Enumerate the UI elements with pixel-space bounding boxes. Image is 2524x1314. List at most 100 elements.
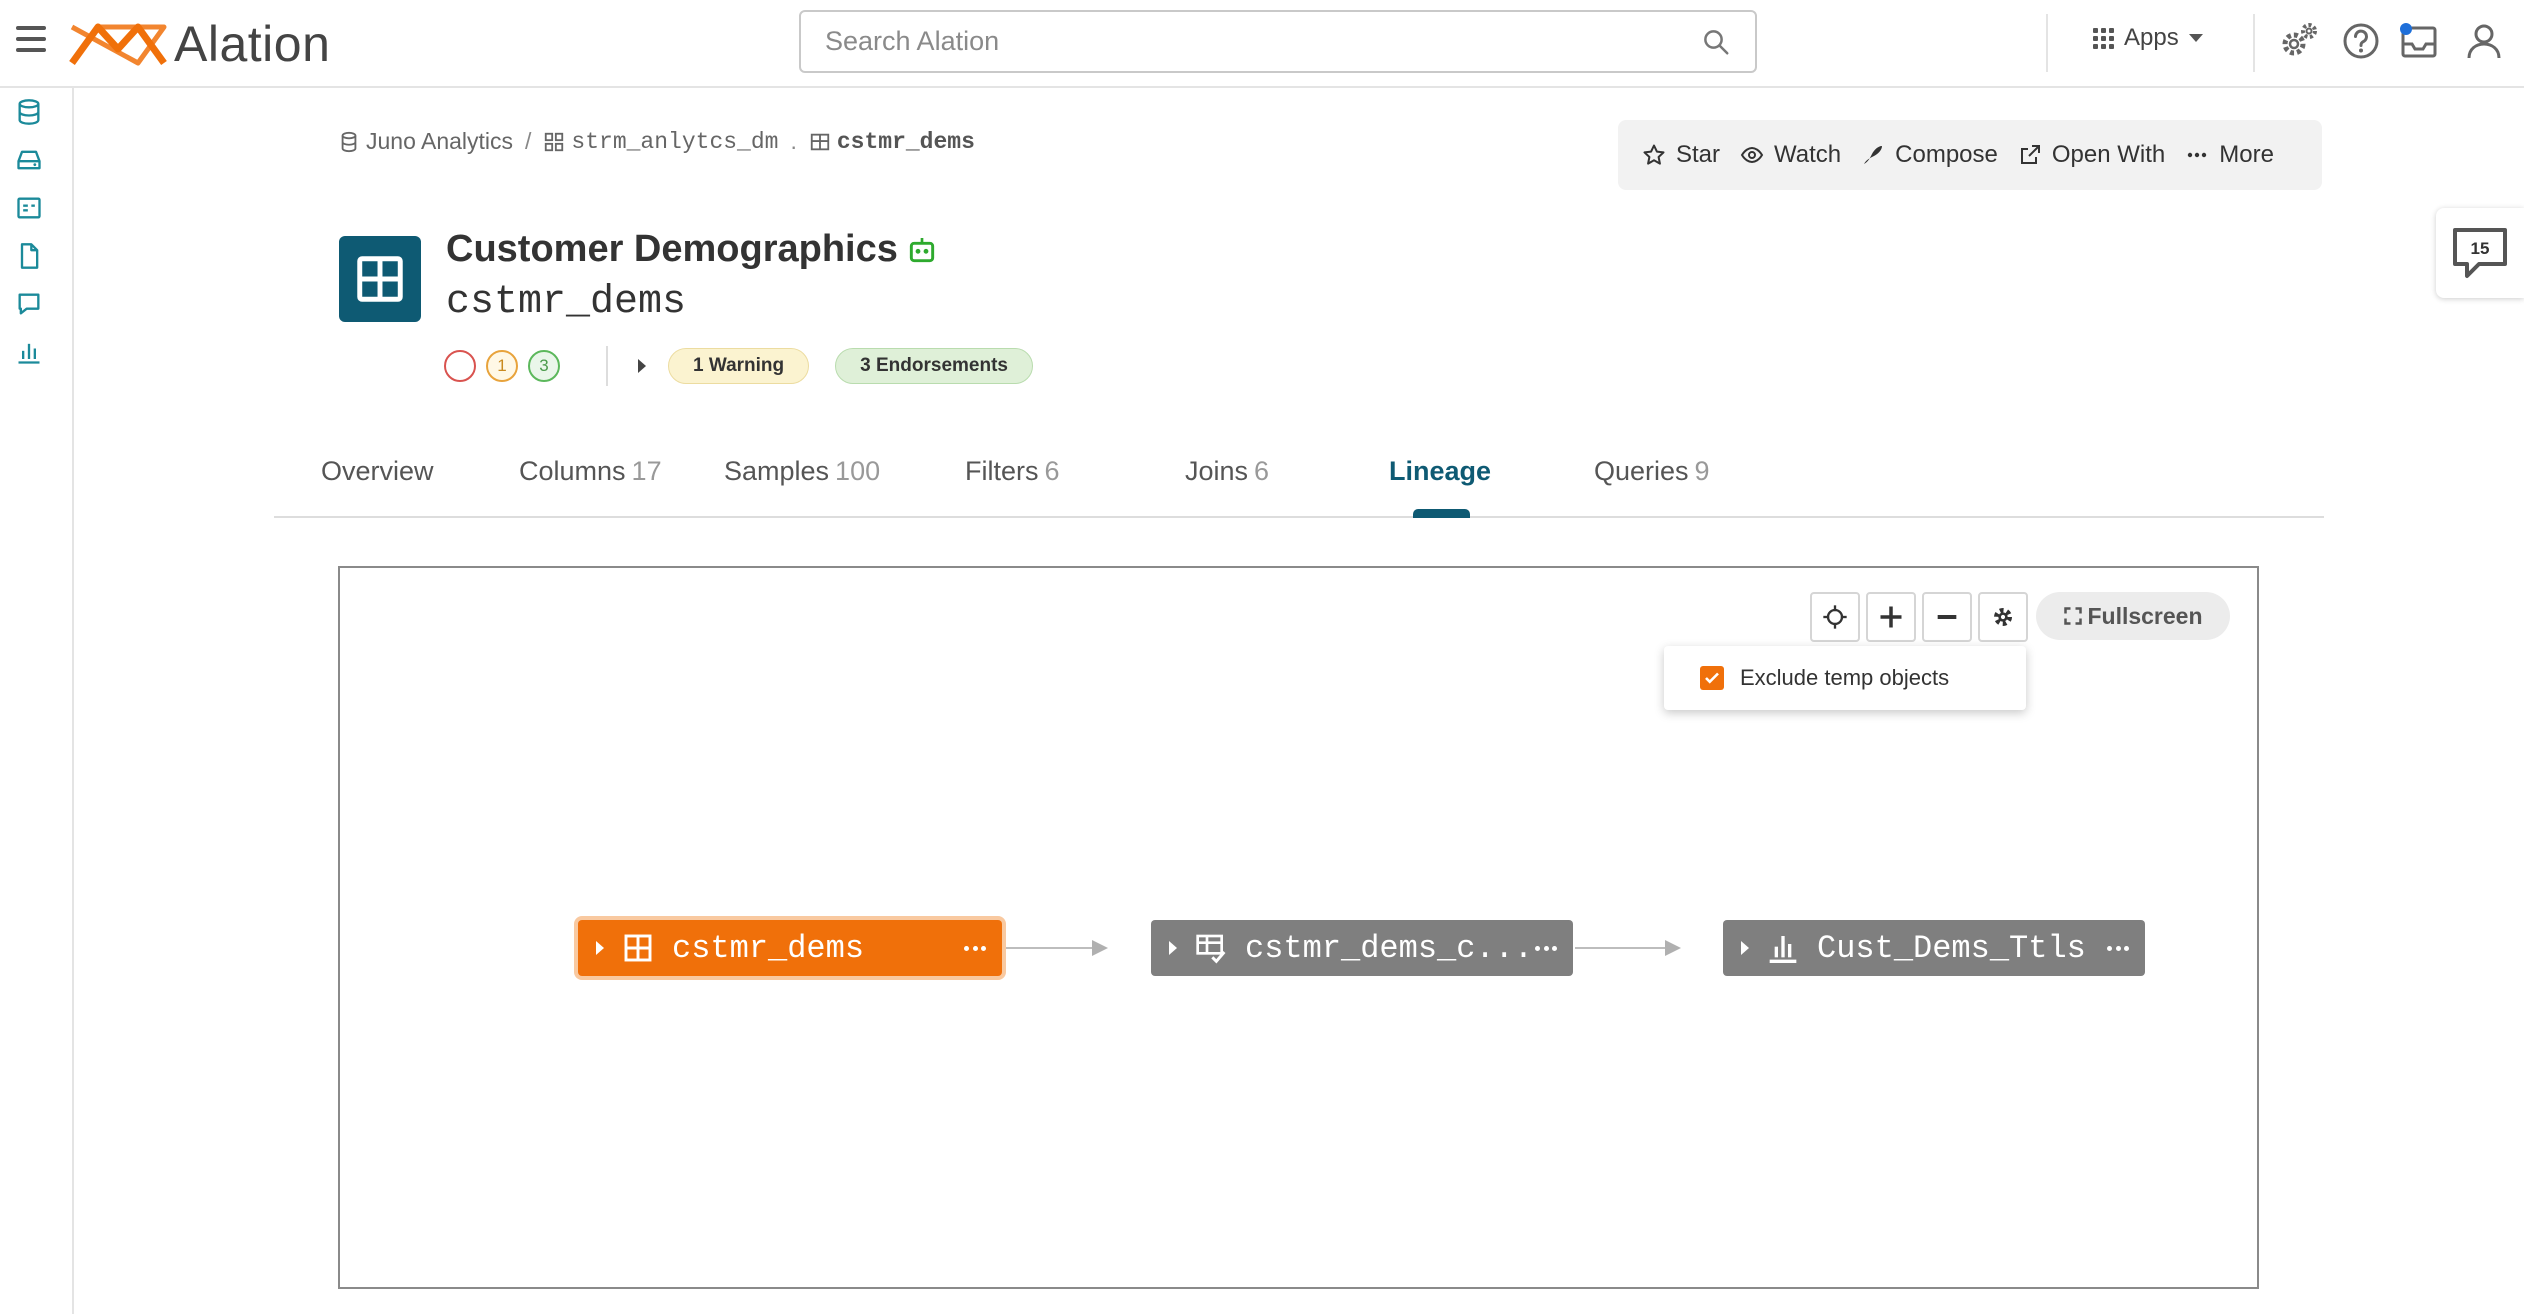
node-more-icon[interactable] <box>1535 945 1557 951</box>
conversations-button[interactable]: 15 <box>2436 208 2524 298</box>
apps-grid-icon <box>2093 27 2114 49</box>
plus-icon <box>1880 606 1902 628</box>
tab-label: Samples <box>724 456 830 486</box>
alation-logo[interactable]: Alation <box>68 14 330 74</box>
lineage-node[interactable]: cstmr_dems <box>578 920 1002 976</box>
warning-pill[interactable]: 1 Warning <box>668 348 810 384</box>
fullscreen-label: Fullscreen <box>2087 602 2203 629</box>
lineage-node[interactable]: cstmr_dems_c... <box>1151 920 1573 976</box>
star-label: Star <box>1676 141 1721 168</box>
user-profile-icon[interactable] <box>2463 20 2505 62</box>
analytics-icon[interactable] <box>15 338 43 366</box>
object-name: cstmr_dems <box>446 280 687 325</box>
header-divider <box>2046 14 2048 72</box>
page-title: Customer Demographics <box>446 228 938 271</box>
endorsement-flag[interactable]: 3 <box>528 350 560 382</box>
object-tabs: Overview Columns 17 Samples 100 Filters 6 J… <box>274 440 2324 518</box>
bi-report-icon <box>1769 936 1797 963</box>
expand-icon <box>2064 607 2083 625</box>
exclude-temp-checkbox[interactable] <box>1700 666 1724 690</box>
tab-count: 6 <box>1044 456 1060 486</box>
active-tab-indicator <box>1413 509 1470 518</box>
warning-flag[interactable]: 1 <box>486 350 518 382</box>
zoom-out-button[interactable] <box>1922 592 1972 642</box>
node-more-icon[interactable] <box>964 945 986 951</box>
data-sources-icon[interactable] <box>15 98 43 126</box>
tab-lineage[interactable]: Lineage <box>1389 456 1491 487</box>
trust-flags: 1 3 1 Warning 3 Endorsements <box>444 346 1059 386</box>
object-action-bar: Star Watch Compose Open With More <box>1618 120 2322 190</box>
tab-joins[interactable]: Joins 6 <box>1185 456 1269 487</box>
tab-label: Columns <box>519 456 626 486</box>
compose-label: Compose <box>1895 141 1998 168</box>
node-more-icon[interactable] <box>2107 945 2129 951</box>
breadcrumb-datasource-link[interactable]: Juno Analytics <box>366 128 513 155</box>
tab-columns[interactable]: Columns 17 <box>519 456 662 487</box>
left-nav-rail <box>0 88 74 1314</box>
bi-servers-icon[interactable] <box>15 194 43 222</box>
top-header: Alation Apps <box>0 0 2524 88</box>
breadcrumb-schema-link[interactable]: strm_anlytcs_dm <box>571 129 778 155</box>
hamburger-menu-icon[interactable] <box>16 26 46 52</box>
breadcrumb-current-table: cstmr_dems <box>836 128 975 155</box>
search-input[interactable] <box>825 26 1701 57</box>
tab-samples[interactable]: Samples 100 <box>724 456 880 487</box>
node-label: Cust_Dems_Ttls <box>1817 929 2086 967</box>
apps-menu-button[interactable]: Apps <box>2093 24 2203 52</box>
object-title[interactable]: Customer Demographics <box>446 228 898 271</box>
settings-gears-icon[interactable] <box>2278 20 2320 62</box>
lineage-settings-dropdown: Exclude temp objects <box>1664 646 2026 710</box>
arrow-icon <box>1092 940 1108 956</box>
fullscreen-button[interactable]: Fullscreen <box>2036 592 2230 640</box>
chevron-down-icon <box>2188 34 2203 42</box>
table-object-icon <box>339 236 421 322</box>
expand-node-icon[interactable] <box>1169 941 1177 955</box>
lineage-graph[interactable]: Fullscreen Exclude temp objects cstmr_de… <box>338 566 2259 1289</box>
arrow-icon <box>1665 940 1681 956</box>
zoom-in-button[interactable] <box>1866 592 1916 642</box>
datasource-icon <box>341 131 357 152</box>
open-with-button[interactable]: Open With <box>2018 141 2165 169</box>
tab-queries[interactable]: Queries 9 <box>1594 456 1710 487</box>
alation-logo-mark-icon <box>69 23 167 66</box>
compose-button[interactable]: Compose <box>1861 141 1998 169</box>
articles-icon[interactable] <box>15 242 43 270</box>
tab-count: 17 <box>631 456 662 486</box>
expand-node-icon[interactable] <box>596 941 604 955</box>
conversations-icon[interactable] <box>15 290 43 318</box>
inbox-notification-icon[interactable] <box>2398 20 2440 62</box>
recenter-button[interactable] <box>1810 592 1860 642</box>
external-link-icon <box>2020 145 2040 164</box>
tab-label: Joins <box>1185 456 1249 486</box>
search-icon[interactable] <box>1701 27 1731 57</box>
file-systems-icon[interactable] <box>15 146 43 174</box>
deprecation-flag[interactable] <box>444 350 476 382</box>
tab-label: Lineage <box>1389 456 1492 486</box>
watch-button[interactable]: Watch <box>1740 141 1841 169</box>
conversation-count: 15 <box>2471 239 2490 258</box>
node-label: cstmr_dems_c... <box>1245 929 1534 967</box>
exclude-temp-label[interactable]: Exclude temp objects <box>1740 665 1949 691</box>
gear-icon <box>1993 607 2013 627</box>
ellipsis-icon <box>2188 152 2207 158</box>
star-button[interactable]: Star <box>1642 141 1720 169</box>
lineage-edge <box>1004 947 1100 949</box>
tab-overview[interactable]: Overview <box>321 456 434 487</box>
lineage-node[interactable]: Cust_Dems_Ttls <box>1723 920 2145 976</box>
settings-button[interactable] <box>1978 592 2028 642</box>
tab-filters[interactable]: Filters 6 <box>965 456 1060 487</box>
expand-trust-icon[interactable] <box>638 359 646 373</box>
apps-label: Apps <box>2124 24 2179 51</box>
tab-count: 100 <box>835 456 881 486</box>
endorsement-pill[interactable]: 3 Endorsements <box>835 348 1033 384</box>
checkmark-icon <box>1705 672 1719 684</box>
table-icon <box>810 133 830 150</box>
help-icon[interactable] <box>2340 20 2382 62</box>
lineage-edge <box>1575 947 1673 949</box>
quill-icon <box>1864 146 1883 164</box>
header-divider <box>2253 14 2255 72</box>
more-button[interactable]: More <box>2185 141 2274 169</box>
search-box[interactable] <box>799 10 1757 73</box>
expand-node-icon[interactable] <box>1741 941 1749 955</box>
breadcrumb-separator: / <box>525 128 532 154</box>
